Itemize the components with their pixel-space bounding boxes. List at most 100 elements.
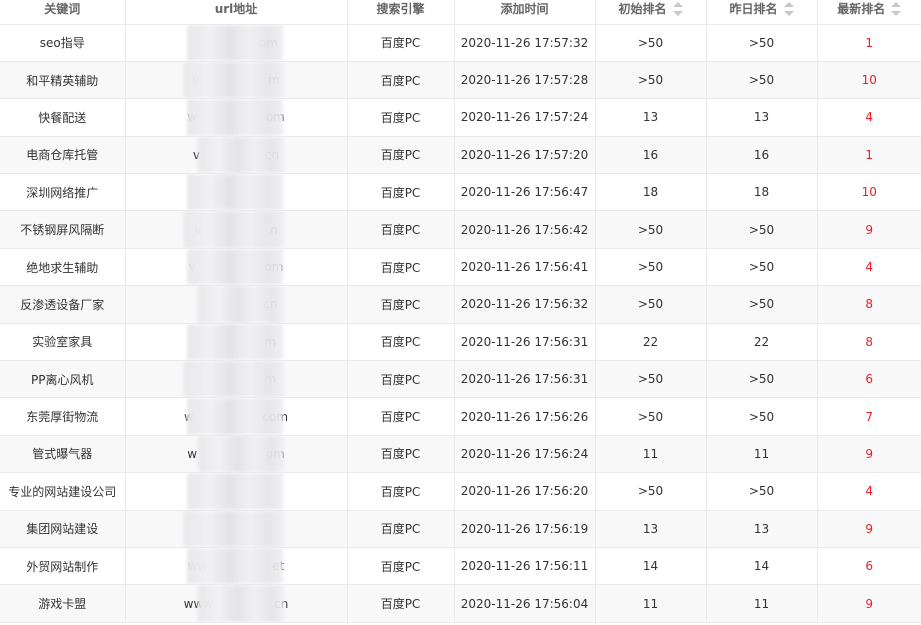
latest-rank-cell-text: 8 — [865, 334, 874, 349]
url-cell: cn — [125, 285, 348, 324]
keyword-cell: 专业的网站建设公司 — [0, 472, 126, 511]
column-header-latest-rank[interactable]: 最新排名 — [817, 0, 921, 25]
table-row[interactable]: 快餐配送 w om 百度PC 2020-11-26 17:57:24 13 13 4 — [0, 98, 921, 137]
latest-rank-cell: 6 — [817, 360, 921, 399]
table-row[interactable]: 东莞厚街物流 w com 百度PC 2020-11-26 17:56:26 >50 >50… — [0, 397, 921, 436]
table-row[interactable]: 集团网站建设 百度PC 2020-11-26 17:56:19 13 13 9 — [0, 510, 921, 548]
yesterday-rank-cell: 13 — [706, 510, 818, 548]
engine-cell-text: 百度PC — [380, 260, 421, 275]
added-time-cell-text: 2020-11-26 17:56:31 — [460, 372, 589, 387]
initial-rank-cell: >50 — [595, 248, 707, 287]
column-header-initial-rank-label: 初始排名 — [618, 2, 667, 16]
added-time-cell: 2020-11-26 17:56:20 — [454, 472, 596, 511]
latest-rank-cell-text: 9 — [865, 521, 874, 536]
initial-rank-cell-text: >50 — [637, 260, 664, 275]
added-time-cell-text: 2020-11-26 17:56:41 — [460, 260, 589, 275]
initial-rank-cell-text: 13 — [642, 110, 659, 125]
keyword-cell-text: 外贸网站制作 — [26, 559, 99, 574]
initial-rank-cell-text: >50 — [637, 297, 664, 312]
table-row[interactable]: 不锈钢屏风隔断 v n 百度PC 2020-11-26 17:56:42 >50 >50 9 — [0, 210, 921, 249]
keyword-cell: 深圳网络推广 — [0, 173, 126, 212]
keyword-cell-text: 东莞厚街物流 — [26, 410, 99, 425]
added-time-cell-text: 2020-11-26 17:56:19 — [460, 521, 589, 536]
yesterday-rank-cell-text: >50 — [748, 260, 775, 275]
yesterday-rank-cell-text: >50 — [748, 35, 775, 50]
column-header-initial-rank[interactable]: 初始排名 — [595, 0, 707, 25]
engine-cell: 百度PC — [347, 323, 455, 362]
sort-icon[interactable] — [783, 1, 794, 16]
yesterday-rank-cell-text: 18 — [753, 185, 770, 200]
engine-cell-text: 百度PC — [380, 559, 421, 574]
engine-cell-text: 百度PC — [380, 335, 421, 350]
initial-rank-cell: >50 — [595, 360, 707, 399]
table-row[interactable]: 专业的网站建设公司 百度PC 2020-11-26 17:56:20 >50 >50 4 — [0, 472, 921, 511]
column-header-latest-rank-label: 最新排名 — [837, 2, 886, 16]
table-row[interactable]: 实验室家具 m 百度PC 2020-11-26 17:56:31 22 22 8 — [0, 323, 921, 362]
initial-rank-cell-text: >50 — [637, 222, 664, 237]
sort-icon[interactable] — [672, 1, 683, 16]
table-row[interactable]: 和平精英辅助 v m 百度PC 2020-11-26 17:57:28 >50 >50 10 — [0, 61, 921, 100]
keyword-cell: 外贸网站制作 — [0, 547, 126, 586]
table-row[interactable]: seo指导 om 百度PC 2020-11-26 17:57:32 >50 >50 1 — [0, 24, 921, 62]
added-time-cell-text: 2020-11-26 17:56:47 — [460, 185, 589, 200]
yesterday-rank-cell: 22 — [706, 323, 818, 362]
keyword-cell-text: 集团网站建设 — [26, 522, 99, 537]
engine-cell: 百度PC — [347, 248, 455, 287]
engine-cell: 百度PC — [347, 584, 455, 623]
keyword-cell: 管式曝气器 — [0, 435, 126, 474]
added-time-cell: 2020-11-26 17:56:19 — [454, 510, 596, 548]
initial-rank-cell-text: 14 — [642, 559, 659, 574]
redaction-blur — [183, 61, 284, 98]
engine-cell: 百度PC — [347, 360, 455, 399]
engine-cell: 百度PC — [347, 472, 455, 511]
keyword-cell-text: 电商仓库托管 — [26, 148, 99, 163]
engine-cell-text: 百度PC — [380, 372, 421, 387]
yesterday-rank-cell: 18 — [706, 173, 818, 212]
table-row[interactable]: 管式曝气器 w om 百度PC 2020-11-26 17:56:24 11 11 9 — [0, 435, 921, 474]
initial-rank-cell-text: 11 — [642, 446, 659, 461]
initial-rank-cell-text: >50 — [637, 409, 664, 424]
initial-rank-cell: >50 — [595, 24, 707, 62]
added-time-cell: 2020-11-26 17:56:32 — [454, 285, 596, 324]
keyword-rank-table-container: 关键词 url地址 搜索引擎 添加时间 初始排名 昨日排名 最新排名 seo指导… — [0, 0, 921, 625]
table-row[interactable]: 深圳网络推广 百度PC 2020-11-26 17:56:47 18 18 10 — [0, 173, 921, 212]
engine-cell: 百度PC — [347, 210, 455, 249]
yesterday-rank-cell-text: 16 — [753, 147, 770, 162]
table-row[interactable]: 游戏卡盟 www cn 百度PC 2020-11-26 17:56:04 11 11 9 — [0, 584, 921, 623]
url-cell: ww et — [125, 547, 348, 586]
engine-cell: 百度PC — [347, 510, 455, 548]
latest-rank-cell-text: 9 — [865, 596, 874, 611]
added-time-cell-text: 2020-11-26 17:56:04 — [460, 596, 589, 611]
added-time-cell-text: 2020-11-26 17:56:24 — [460, 446, 589, 461]
keyword-cell: 反渗透设备厂家 — [0, 285, 126, 324]
yesterday-rank-cell-text: 11 — [753, 446, 770, 461]
engine-cell: 百度PC — [347, 173, 455, 212]
latest-rank-cell-text: 10 — [861, 73, 877, 88]
table-row[interactable]: PP离心风机 m 百度PC 2020-11-26 17:56:31 >50 >50 6 — [0, 360, 921, 399]
engine-cell-text: 百度PC — [380, 36, 421, 51]
url-cell — [125, 472, 348, 511]
added-time-cell: 2020-11-26 17:56:41 — [454, 248, 596, 287]
column-header-yesterday-rank[interactable]: 昨日排名 — [706, 0, 818, 25]
table-row[interactable]: 绝地求生辅助 v om 百度PC 2020-11-26 17:56:41 >50 >50 4 — [0, 248, 921, 287]
yesterday-rank-cell-text: >50 — [748, 73, 775, 88]
engine-cell: 百度PC — [347, 61, 455, 100]
keyword-cell-text: 管式曝气器 — [32, 447, 93, 462]
table-row[interactable]: 反渗透设备厂家 cn 百度PC 2020-11-26 17:56:32 >50 >50 8 — [0, 285, 921, 324]
url-cell: w om — [125, 435, 348, 474]
latest-rank-cell-text: 8 — [865, 297, 874, 312]
initial-rank-cell-text: 11 — [642, 596, 659, 611]
sort-icon[interactable] — [891, 1, 902, 16]
table-row[interactable]: 外贸网站制作 ww et 百度PC 2020-11-26 17:56:11 14 14 6 — [0, 547, 921, 586]
column-header-engine: 搜索引擎 — [347, 0, 455, 25]
latest-rank-cell: 9 — [817, 510, 921, 548]
latest-rank-cell-text: 6 — [865, 372, 874, 387]
keyword-cell: PP离心风机 — [0, 360, 126, 399]
redaction-blur — [183, 361, 284, 397]
initial-rank-cell: 11 — [595, 435, 707, 474]
column-header-added-time: 添加时间 — [454, 0, 596, 25]
latest-rank-cell-text: 4 — [865, 484, 874, 499]
initial-rank-cell: 18 — [595, 173, 707, 212]
table-row[interactable]: 电商仓库托管 v cn 百度PC 2020-11-26 17:57:20 16 16 1 — [0, 136, 921, 175]
latest-rank-cell-text: 1 — [865, 147, 874, 162]
